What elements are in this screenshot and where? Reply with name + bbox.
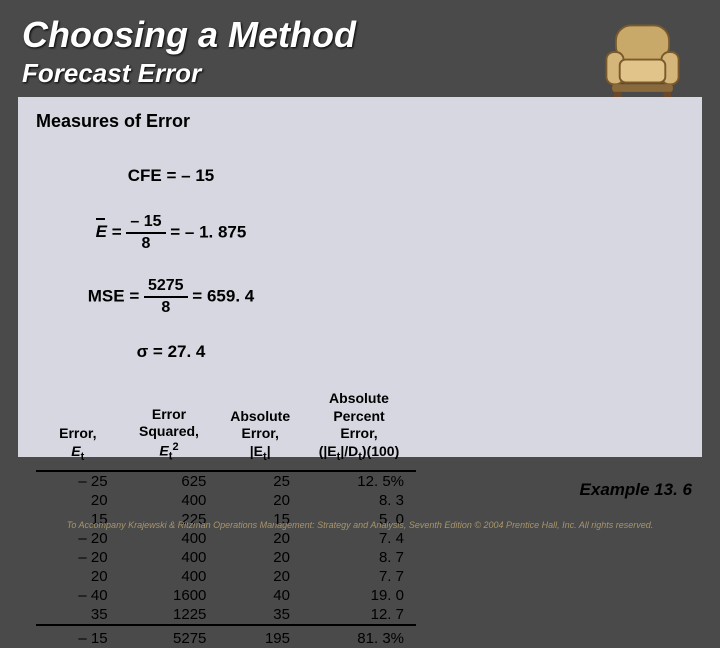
- h4f: )(100): [362, 443, 399, 459]
- cell-pct: 7. 7: [302, 567, 416, 586]
- cell-pct: 19. 0: [302, 586, 416, 605]
- h4e: |/D: [340, 443, 358, 459]
- mse-lhs: MSE =: [88, 286, 144, 305]
- cell-abs: 20: [218, 548, 302, 567]
- mse-equation: MSE = 52758 = 659. 4: [36, 278, 306, 316]
- cell-abs: 25: [218, 471, 302, 491]
- h4d: (|E: [319, 443, 337, 459]
- mse-fraction: 52758: [144, 278, 188, 316]
- h3b: Error,: [242, 425, 279, 441]
- h4a: Absolute: [329, 390, 389, 406]
- cell-sq: 400: [120, 567, 219, 586]
- ebar-fraction: – 158: [126, 214, 165, 252]
- cell-et: – 20: [36, 548, 120, 567]
- ebar-den: 8: [126, 234, 165, 252]
- col-header-abs: Absolute Error, |Et|: [218, 390, 302, 471]
- cell-sq: 400: [120, 491, 219, 510]
- h2b: Squared,: [139, 423, 199, 439]
- ebar-num: – 15: [126, 214, 165, 234]
- h1a: Error,: [59, 425, 96, 441]
- table-row: 3512253512. 7: [36, 605, 416, 625]
- copyright-footer: To Accompany Krajewski & Ritzman Operati…: [0, 514, 720, 540]
- table-row: – 20400208. 7: [36, 548, 416, 567]
- cell-pct: 8. 7: [302, 548, 416, 567]
- table-row: 20400207. 7: [36, 567, 416, 586]
- ebar-eq: =: [107, 222, 126, 241]
- example-label: Example 13. 6: [580, 480, 692, 500]
- col-header-et: Error, Et: [36, 390, 120, 471]
- cell-et: – 25: [36, 471, 120, 491]
- col-header-pct: Absolute Percent Error, (|Et|/Dt)(100): [302, 390, 416, 471]
- h2sup: 2: [172, 441, 178, 453]
- cell-et: 35: [36, 605, 120, 625]
- h2a: Error: [152, 406, 186, 422]
- panel-heading: Measures of Error: [36, 111, 684, 132]
- mse-rhs: = 659. 4: [188, 286, 255, 305]
- content-panel: Measures of Error CFE = – 15 E = – 158 =…: [18, 97, 702, 457]
- cell-abs: 40: [218, 586, 302, 605]
- cell-abs: 20: [218, 491, 302, 510]
- ebar-equation: E = – 158 = – 1. 875: [36, 214, 306, 252]
- cell-et: – 40: [36, 586, 120, 605]
- h1sub: t: [81, 450, 85, 462]
- cell-abs: 35: [218, 605, 302, 625]
- total-sq: 5275: [120, 625, 219, 648]
- cell-pct: 8. 3: [302, 491, 416, 510]
- cell-sq: 1600: [120, 586, 219, 605]
- mse-den: 8: [144, 298, 188, 316]
- table-totals-row: – 15527519581. 3%: [36, 625, 416, 648]
- h4c: Error,: [340, 425, 377, 441]
- h4b: Percent: [333, 408, 384, 424]
- h1b: E: [71, 443, 80, 459]
- table-body: – 256252512. 5%20400208. 315225155. 0– 2…: [36, 471, 416, 648]
- ebar-symbol: E: [96, 222, 107, 242]
- equations-column: CFE = – 15 E = – 158 = – 1. 875 MSE = 52…: [36, 146, 306, 390]
- cell-sq: 625: [120, 471, 219, 491]
- sigma-equation: σ = 27. 4: [36, 342, 306, 362]
- total-pct: 81. 3%: [302, 625, 416, 648]
- h3d: |: [267, 443, 271, 459]
- cfe-equation: CFE = – 15: [36, 166, 306, 186]
- table-row: – 4016004019. 0: [36, 586, 416, 605]
- table-row: – 256252512. 5%: [36, 471, 416, 491]
- armchair-icon: [595, 14, 690, 109]
- cell-pct: 12. 7: [302, 605, 416, 625]
- h3c: |E: [250, 443, 263, 459]
- cell-pct: 12. 5%: [302, 471, 416, 491]
- ebar-rhs: = – 1. 875: [166, 222, 247, 241]
- h2c: E: [159, 443, 168, 459]
- cell-abs: 20: [218, 567, 302, 586]
- cell-et: 20: [36, 567, 120, 586]
- table-row: 20400208. 3: [36, 491, 416, 510]
- total-abs: 195: [218, 625, 302, 648]
- col-header-sq: Error Squared, Et2: [120, 390, 219, 471]
- mse-num: 5275: [144, 278, 188, 298]
- cell-sq: 400: [120, 548, 219, 567]
- cell-et: 20: [36, 491, 120, 510]
- table-header-row: Error, Et Error Squared, Et2 Absolute Er…: [36, 390, 416, 471]
- h3a: Absolute: [230, 408, 290, 424]
- cell-sq: 1225: [120, 605, 219, 625]
- total-et: – 15: [36, 625, 120, 648]
